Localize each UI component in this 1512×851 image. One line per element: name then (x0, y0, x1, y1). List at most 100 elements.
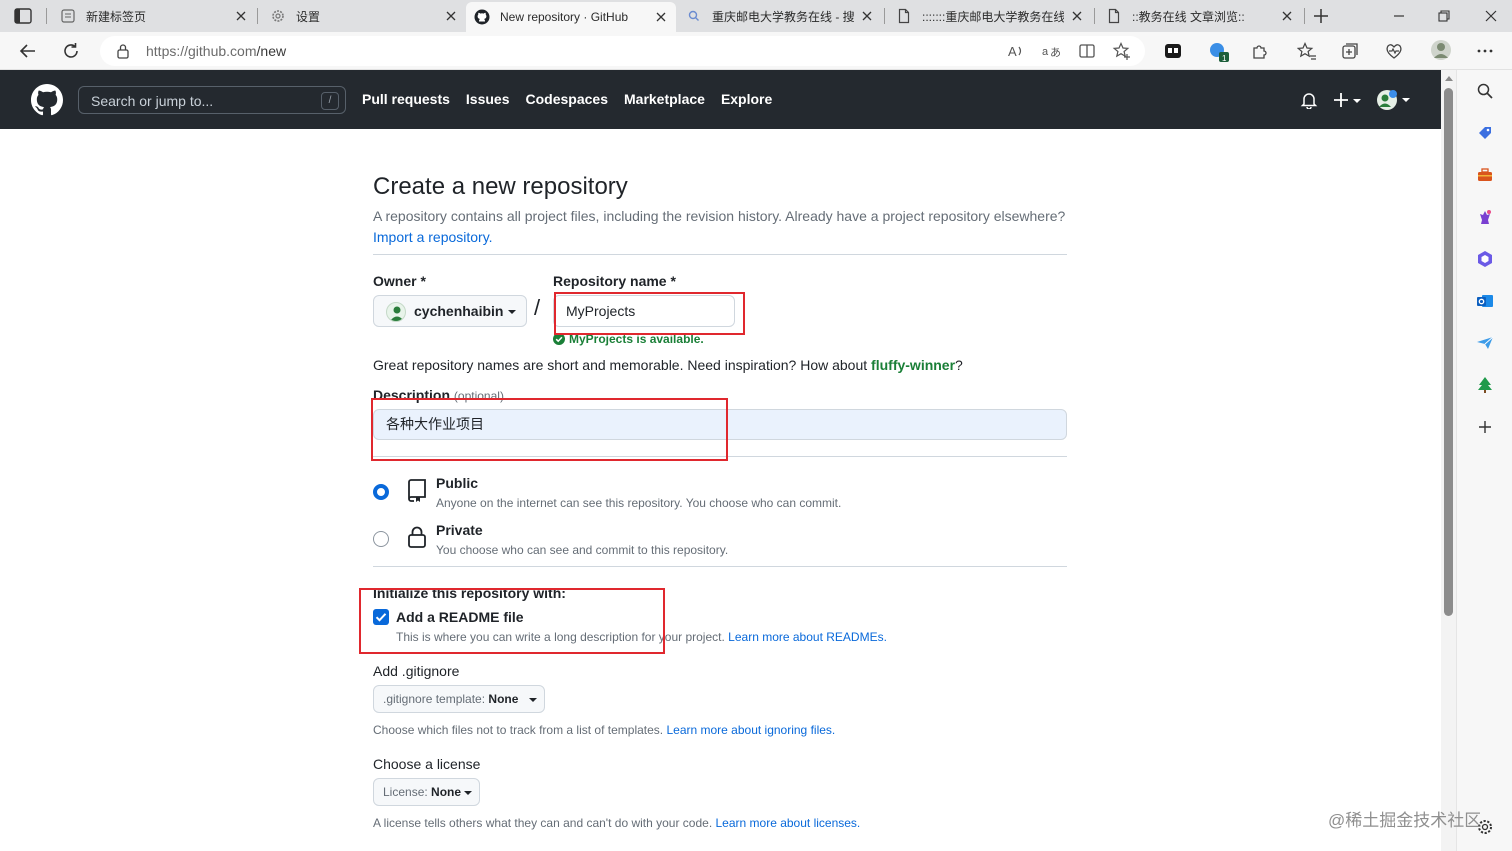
browser-tab[interactable]: ::教务在线 文章浏览:: (1098, 2, 1302, 30)
close-icon[interactable] (1280, 9, 1294, 23)
github-search-input[interactable]: Search or jump to... / (78, 86, 346, 114)
tab-separator (257, 8, 258, 24)
svg-text:あ: あ (1050, 46, 1061, 59)
hint-suffix: ? (955, 357, 963, 373)
microsoft-365-icon[interactable] (1476, 250, 1494, 268)
github-header: Search or jump to... / Pull requests Iss… (0, 70, 1441, 129)
translate-extension-icon[interactable]: 1 (1208, 41, 1229, 63)
add-favorite-icon[interactable] (1112, 41, 1132, 61)
tab-title: 新建标签页 (86, 9, 147, 24)
close-icon[interactable] (234, 9, 248, 23)
github-icon (474, 9, 490, 25)
owner-avatar (386, 302, 406, 322)
user-avatar-menu-icon[interactable] (1376, 88, 1410, 112)
nav-issues[interactable]: Issues (466, 91, 510, 107)
add-plus-icon[interactable] (1476, 418, 1494, 436)
tab-title: ::教务在线 文章浏览:: (1132, 9, 1245, 24)
address-bar[interactable]: https://github.com/new A aあ (100, 36, 1145, 66)
page-icon (896, 8, 912, 24)
public-radio[interactable] (373, 484, 389, 500)
browser-tab[interactable]: :::::::重庆邮电大学教务在线 (888, 2, 1092, 30)
edge-sidebar (1456, 70, 1512, 851)
svg-text:1: 1 (1222, 54, 1227, 63)
owner-select[interactable]: cychenhaibin (373, 295, 527, 327)
browser-tab[interactable]: 设置 (262, 2, 466, 30)
private-title: Private (436, 522, 483, 538)
profile-avatar-icon[interactable] (1430, 39, 1452, 61)
browser-toolbar: https://github.com/new A aあ 1 (0, 32, 1512, 70)
browser-tab[interactable]: 新建标签页 (52, 2, 256, 30)
collections-icon[interactable] (1340, 41, 1360, 61)
close-icon[interactable] (860, 9, 874, 23)
scroll-up-arrow-icon[interactable] (1445, 76, 1453, 81)
search-icon (686, 8, 702, 24)
nav-codespaces[interactable]: Codespaces (526, 91, 608, 107)
split-screen-icon[interactable] (1077, 41, 1097, 61)
browser-tab[interactable]: 重庆邮电大学教务在线 - 搜索 (678, 2, 882, 30)
refresh-icon[interactable] (61, 41, 81, 61)
tools-briefcase-icon[interactable] (1476, 166, 1494, 184)
browser-essentials-icon[interactable] (1384, 41, 1404, 61)
tab-actions-menu-icon[interactable] (14, 8, 32, 24)
chevron-down-icon (508, 310, 516, 314)
create-new-plus-icon[interactable] (1333, 91, 1363, 109)
close-window-icon[interactable] (1483, 8, 1499, 24)
page-scrollbar[interactable] (1441, 70, 1456, 851)
license-label: Choose a license (373, 756, 481, 772)
nav-pull-requests[interactable]: Pull requests (362, 91, 450, 107)
extension-app-icon[interactable] (1163, 41, 1183, 61)
search-icon[interactable] (1476, 82, 1494, 100)
scrollbar-thumb[interactable] (1444, 88, 1453, 616)
name-suggestion-link[interactable]: fluffy-winner (871, 357, 955, 373)
readme-learn-more-link[interactable]: Learn more about READMEs. (728, 630, 887, 644)
tab-separator (46, 8, 47, 24)
favorites-icon[interactable] (1297, 41, 1317, 61)
more-options-icon[interactable] (1475, 41, 1495, 61)
github-logo-icon[interactable] (31, 84, 63, 116)
browser-tab-strip: 新建标签页 设置 New repository · GitHub 重庆邮电大学教… (0, 0, 1512, 32)
tree-icon[interactable] (1476, 376, 1494, 394)
license-prefix: License: (383, 785, 428, 799)
license-learn-more-link[interactable]: Learn more about licenses. (716, 816, 861, 830)
browser-tab-active[interactable]: New repository · GitHub (466, 2, 676, 32)
search-shortcut-key: / (321, 92, 339, 110)
lock-icon[interactable] (116, 43, 130, 59)
gitignore-learn-more-link[interactable]: Learn more about ignoring files. (666, 723, 835, 737)
chevron-down-icon (464, 791, 472, 795)
gitignore-note: Choose which files not to track from a l… (373, 723, 835, 737)
gitignore-template-select[interactable]: .gitignore template: None (373, 685, 545, 713)
restore-icon[interactable] (1436, 8, 1452, 24)
search-placeholder: Search or jump to... (91, 93, 214, 109)
gitignore-note-text: Choose which files not to track from a l… (373, 723, 664, 737)
gitignore-value: None (488, 692, 519, 706)
minimize-icon[interactable] (1391, 8, 1407, 24)
annotation-box-repo-name (554, 292, 745, 335)
private-radio[interactable] (373, 531, 389, 547)
tab-separator (1094, 8, 1095, 24)
license-select[interactable]: License: None (373, 778, 480, 806)
read-aloud-icon[interactable]: A (1006, 41, 1026, 61)
chevron-down-icon (529, 698, 537, 702)
close-icon[interactable] (444, 9, 458, 23)
back-arrow-icon[interactable] (18, 41, 38, 61)
send-paper-plane-icon[interactable] (1476, 334, 1494, 352)
owner-repo-separator: / (534, 295, 541, 320)
shopping-tag-icon[interactable] (1476, 124, 1494, 142)
new-tab-plus-icon[interactable] (1312, 7, 1330, 25)
private-description: You choose who can see and commit to thi… (436, 543, 729, 557)
gear-icon (270, 8, 286, 24)
nav-explore[interactable]: Explore (721, 91, 772, 107)
gitignore-label: Add .gitignore (373, 663, 460, 679)
license-note-text: A license tells others what they can and… (373, 816, 713, 830)
close-icon[interactable] (1070, 9, 1084, 23)
notifications-bell-icon[interactable] (1300, 91, 1318, 109)
outlook-icon[interactable] (1476, 292, 1494, 310)
name-hint: Great repository names are short and mem… (373, 357, 963, 373)
translate-icon[interactable]: aあ (1041, 41, 1061, 61)
extensions-puzzle-icon[interactable] (1250, 41, 1270, 61)
tab-title: New repository · GitHub (500, 10, 629, 24)
close-icon[interactable] (654, 10, 668, 24)
nav-marketplace[interactable]: Marketplace (624, 91, 705, 107)
games-chess-icon[interactable] (1476, 208, 1494, 226)
import-repository-link[interactable]: Import a repository. (373, 229, 493, 245)
